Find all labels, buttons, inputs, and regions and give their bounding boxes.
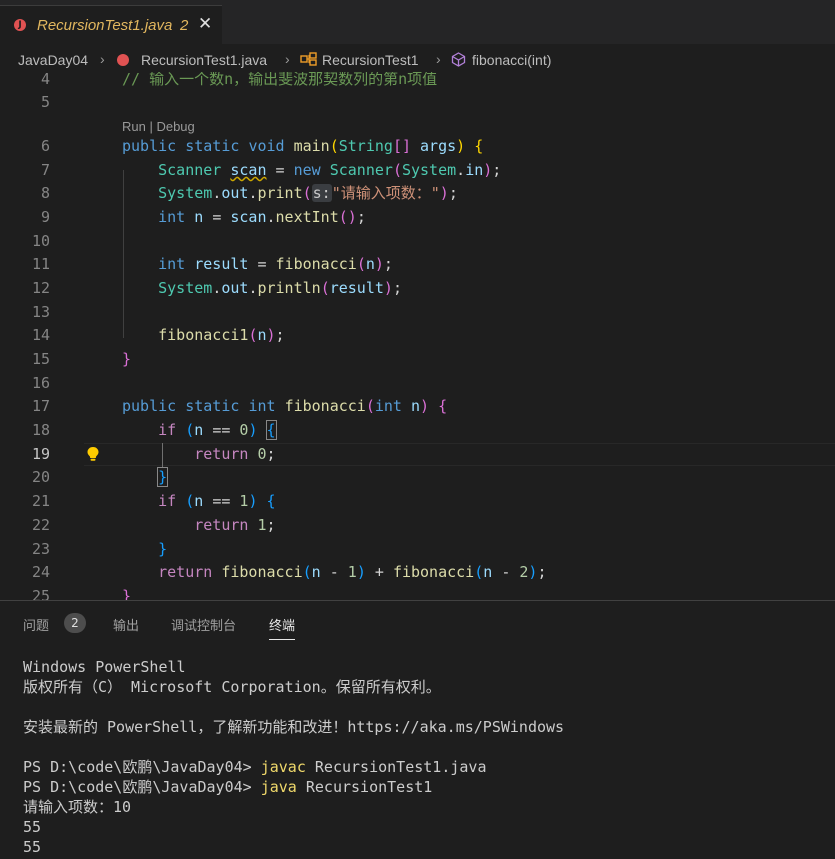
breadcrumb-project[interactable]: JavaDay04 (18, 52, 88, 68)
class-icon (300, 52, 317, 66)
code-line: 6 public static void main(String[] args) … (40, 137, 484, 155)
chevron-right-icon: › (285, 51, 290, 67)
code-line: 11 int result = fibonacci(n); (31, 255, 393, 273)
tab-output[interactable]: 输出 (113, 615, 139, 634)
tab-title: RecursionTest1.java (37, 17, 173, 34)
code-line: 4// 输入一个数n，输出斐波那契数列的第n项值 (0, 72, 835, 91)
breadcrumb: JavaDay04 › RecursionTest1.java › Recurs… (0, 44, 835, 72)
tab-problems[interactable]: 问题 (23, 615, 49, 634)
code-line: 8 System.out.print(s:"请输入项数："); (40, 184, 458, 202)
code-line: 10 (31, 232, 50, 250)
code-editor[interactable]: 4// 输入一个数n，输出斐波那契数列的第n项值 5 Run | Debug 6… (0, 72, 835, 600)
tab-debug-console[interactable]: 调试控制台 (171, 615, 236, 634)
code-line: 14 fibonacci1(n); (31, 326, 285, 344)
problems-count-badge: 2 (64, 613, 86, 633)
breadcrumb-method[interactable]: fibonacci(int) (472, 52, 551, 68)
code-line: 18 if (n == 0) { (31, 420, 277, 440)
code-line: 25} (31, 587, 132, 600)
tab-problem-badge: 2 (180, 17, 189, 34)
code-line: 13 (31, 303, 50, 321)
code-line: 5 (40, 93, 50, 111)
code-line: 21 if (n == 1) { (31, 492, 276, 510)
chevron-right-icon: › (436, 51, 441, 67)
tab-terminal[interactable]: 终端 (269, 615, 296, 640)
chevron-right-icon: › (100, 51, 105, 67)
code-line: 20 } (31, 467, 169, 487)
parameter-hint: s: (311, 184, 332, 202)
tab-bar: J RecursionTest1.java 2 ✕ (0, 0, 835, 45)
code-line: 22 return 1; (31, 516, 276, 534)
editor-tab[interactable]: J RecursionTest1.java 2 ✕ (0, 5, 222, 45)
code-line: 15} (31, 350, 132, 368)
method-icon (451, 52, 466, 67)
code-line-active: 19 return 0; (31, 445, 276, 463)
code-line: 12 System.out.println(result); (31, 279, 402, 297)
code-line: 16 (31, 374, 50, 392)
bottom-panel: 问题 2 输出 调试控制台 终端 Windows PowerShell 版权所有（… (0, 600, 835, 859)
code-comment: // 输入一个数n，输出斐波那契数列的第n项值 (122, 72, 438, 88)
code-line: 9 int n = scan.nextInt(); (40, 208, 366, 226)
java-error-icon: J (14, 19, 26, 31)
java-file-icon (117, 54, 129, 66)
close-icon[interactable]: ✕ (198, 14, 212, 34)
terminal-command-line: PS D:\code\欧鹏\JavaDay04> java RecursionT… (23, 778, 433, 796)
codelens-line: Run | Debug (0, 115, 835, 135)
code-line: 17 public static int fibonacci(int n) { (31, 397, 448, 415)
terminal-command-line: PS D:\code\欧鹏\JavaDay04> javac Recursion… (23, 758, 487, 776)
breadcrumb-class[interactable]: RecursionTest1 (322, 52, 419, 68)
breadcrumb-file[interactable]: RecursionTest1.java (141, 52, 267, 68)
code-line: 23 } (31, 540, 168, 558)
code-line: 24 return fibonacci(n - 1) + fibonacci(n… (31, 563, 547, 581)
terminal-output[interactable]: Windows PowerShell 版权所有（C） Microsoft Corp… (23, 657, 564, 857)
code-line: 7 Scanner scan = new Scanner(System.in); (40, 161, 502, 179)
